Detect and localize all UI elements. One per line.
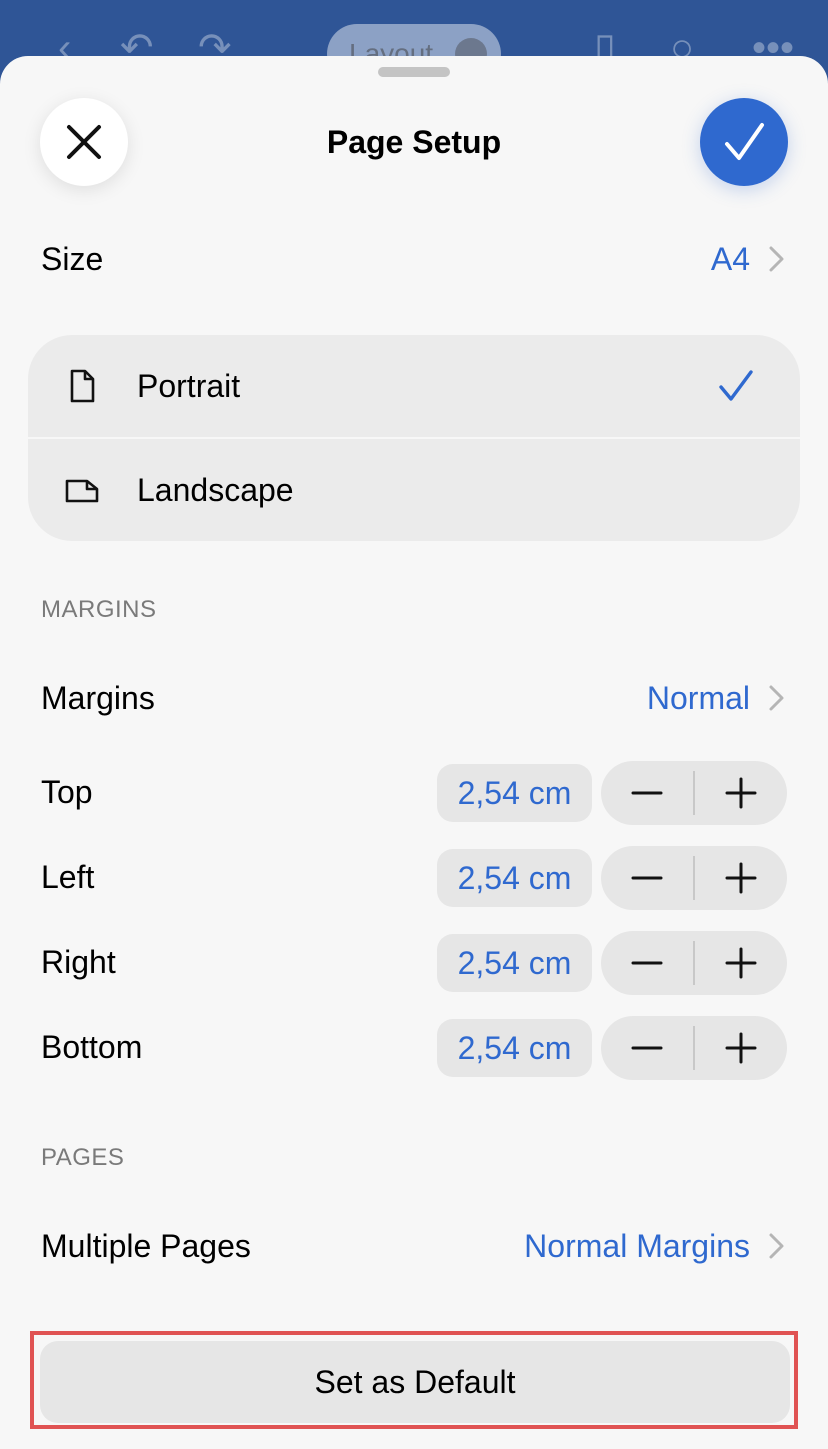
plus-icon [725, 947, 757, 979]
orientation-landscape[interactable]: Landscape [28, 439, 800, 541]
sheet-grabber[interactable] [378, 67, 450, 77]
minus-icon [631, 876, 663, 880]
size-value: A4 [710, 241, 750, 277]
plus-icon [725, 862, 757, 894]
chevron-right-icon [769, 685, 784, 711]
margin-top-label: Top [41, 774, 93, 810]
margin-left-label: Left [41, 859, 95, 895]
margins-section-header: MARGINS [41, 596, 157, 623]
plus-icon [725, 1032, 757, 1064]
margin-right-stepper [601, 931, 787, 995]
chevron-right-icon [769, 1233, 784, 1259]
margin-right-label: Right [41, 944, 116, 980]
multiple-pages-label: Multiple Pages [41, 1228, 251, 1264]
margin-bottom-label: Bottom [41, 1029, 143, 1065]
margin-left-value[interactable]: 2,54 cm [437, 849, 592, 907]
landscape-label: Landscape [137, 472, 294, 508]
margin-bottom-value[interactable]: 2,54 cm [437, 1019, 592, 1077]
margins-label: Margins [41, 680, 155, 716]
size-label: Size [41, 241, 104, 277]
margin-top-increment[interactable] [695, 761, 787, 825]
margin-left-increment[interactable] [695, 846, 787, 910]
landscape-page-icon [65, 479, 99, 503]
selected-check-icon [719, 370, 753, 401]
margin-right-value[interactable]: 2,54 cm [437, 934, 592, 992]
margin-right-increment[interactable] [695, 931, 787, 995]
margins-value: Normal [646, 680, 750, 716]
set-as-default-button[interactable]: Set as Default [40, 1341, 790, 1423]
margin-right-decrement[interactable] [601, 931, 693, 995]
chevron-right-icon [769, 246, 784, 272]
margin-bottom-increment[interactable] [695, 1016, 787, 1080]
margin-left-stepper [601, 846, 787, 910]
margin-bottom-stepper [601, 1016, 787, 1080]
margin-top-stepper [601, 761, 787, 825]
portrait-page-icon [70, 369, 95, 403]
minus-icon [631, 961, 663, 965]
orientation-portrait[interactable]: Portrait [28, 335, 800, 437]
pages-section-header: PAGES [41, 1144, 125, 1171]
margin-top-value[interactable]: 2,54 cm [437, 764, 592, 822]
margin-bottom-decrement[interactable] [601, 1016, 693, 1080]
portrait-label: Portrait [137, 368, 241, 404]
checkmark-icon [725, 123, 764, 160]
orientation-group: Portrait Landscape [28, 335, 800, 541]
page-setup-sheet: Page Setup Size A4 Portrait Landscape MA… [0, 56, 828, 1449]
margin-left-decrement[interactable] [601, 846, 693, 910]
minus-icon [631, 1046, 663, 1050]
done-button[interactable] [700, 98, 788, 186]
plus-icon [725, 777, 757, 809]
multiple-pages-value: Normal Margins [524, 1228, 750, 1264]
minus-icon [631, 791, 663, 795]
margin-top-decrement[interactable] [601, 761, 693, 825]
